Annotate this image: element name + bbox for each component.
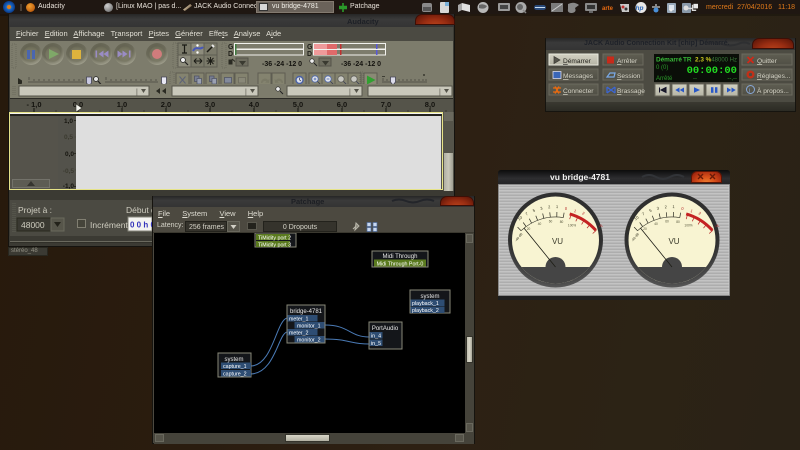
svg-text:Messages: Messages: [563, 73, 594, 80]
svg-text:|: |: [439, 89, 441, 96]
svg-text:2,0: 2,0: [161, 100, 171, 109]
svg-text:Connecter: Connecter: [563, 88, 594, 95]
svg-text:48000: 48000: [21, 220, 45, 230]
svg-text:bridge-4781: bridge-4781: [290, 309, 323, 315]
svg-text:Quitter: Quitter: [757, 58, 778, 65]
svg-text:Arrêter: Arrêter: [617, 58, 638, 65]
svg-text:D: D: [307, 51, 312, 58]
svg-text:in_4: in_4: [371, 334, 381, 340]
svg-text:arte: arte: [602, 6, 614, 12]
svg-text:1,0: 1,0: [64, 118, 73, 125]
svg-text:system: system: [224, 357, 243, 363]
svg-text:in_5: in_5: [371, 341, 381, 347]
svg-text:monitor_1: monitor_1: [297, 324, 321, 330]
svg-text:Démarré: Démarré: [656, 57, 682, 64]
svg-text:-36 -24 -12 0: -36 -24 -12 0: [262, 61, 302, 68]
svg-text:2.3 %: 2.3 %: [695, 57, 712, 64]
svg-text:TR: TR: [683, 57, 692, 64]
svg-text:4,0: 4,0: [249, 100, 259, 109]
svg-text:Démarrer: Démarrer: [563, 58, 592, 65]
svg-text:G: G: [228, 44, 234, 51]
svg-text:Session: Session: [617, 73, 641, 80]
svg-text:D: D: [228, 51, 233, 58]
svg-text:48000 Hz: 48000 Hz: [711, 58, 737, 64]
svg-text:0,5: 0,5: [64, 134, 73, 141]
svg-text:6,0: 6,0: [337, 100, 347, 109]
svg-text:Projet à :: Projet à :: [18, 205, 52, 215]
svg-text:i: i: [749, 89, 750, 95]
svg-text:Midi Through: Midi Through: [383, 254, 418, 260]
svg-text:-1,0: -1,0: [63, 183, 75, 189]
svg-text:PortAudio: PortAudio: [372, 326, 399, 332]
svg-text:-36 -24 -12 0: -36 -24 -12 0: [341, 61, 381, 68]
svg-text:|: |: [136, 89, 138, 96]
svg-text:--,--: --,--: [727, 76, 737, 82]
svg-text:Brassage: Brassage: [617, 88, 645, 95]
svg-text:playback_2: playback_2: [412, 308, 439, 314]
svg-text:playback_1: playback_1: [412, 301, 439, 307]
svg-text:- 1,0: - 1,0: [26, 100, 41, 109]
svg-text:TiMidity port 2: TiMidity port 2: [258, 236, 291, 242]
svg-text:Midi Through Port-0: Midi Through Port-0: [377, 262, 424, 268]
svg-text:0 (0): 0 (0): [656, 65, 668, 71]
svg-text:1,0: 1,0: [117, 100, 127, 109]
svg-text:Réglages...: Réglages...: [757, 73, 791, 80]
svg-text:capture_1: capture_1: [223, 364, 247, 370]
svg-text:capture_2: capture_2: [223, 372, 247, 378]
svg-text:0,0: 0,0: [65, 151, 74, 158]
svg-text:|: |: [349, 89, 351, 96]
svg-text:-0,5: -0,5: [63, 168, 75, 175]
svg-text:--: --: [693, 76, 697, 82]
svg-text:5,0: 5,0: [293, 100, 303, 109]
svg-text:TiMidity port 3: TiMidity port 3: [258, 243, 291, 249]
svg-text:8,0: 8,0: [425, 100, 435, 109]
svg-text:monitor_2: monitor_2: [297, 338, 321, 344]
svg-text:3,0: 3,0: [205, 100, 215, 109]
svg-text:meter_2: meter_2: [289, 331, 308, 337]
svg-text:hp: hp: [636, 5, 644, 12]
svg-text:Arrêté: Arrêté: [656, 76, 673, 82]
svg-text:|: |: [245, 89, 247, 96]
svg-text:G: G: [307, 44, 313, 51]
svg-text:7,0: 7,0: [381, 100, 391, 109]
svg-text:meter_1: meter_1: [289, 317, 308, 323]
svg-text:À propos...: À propos...: [757, 86, 789, 95]
svg-text:system: system: [420, 294, 439, 300]
